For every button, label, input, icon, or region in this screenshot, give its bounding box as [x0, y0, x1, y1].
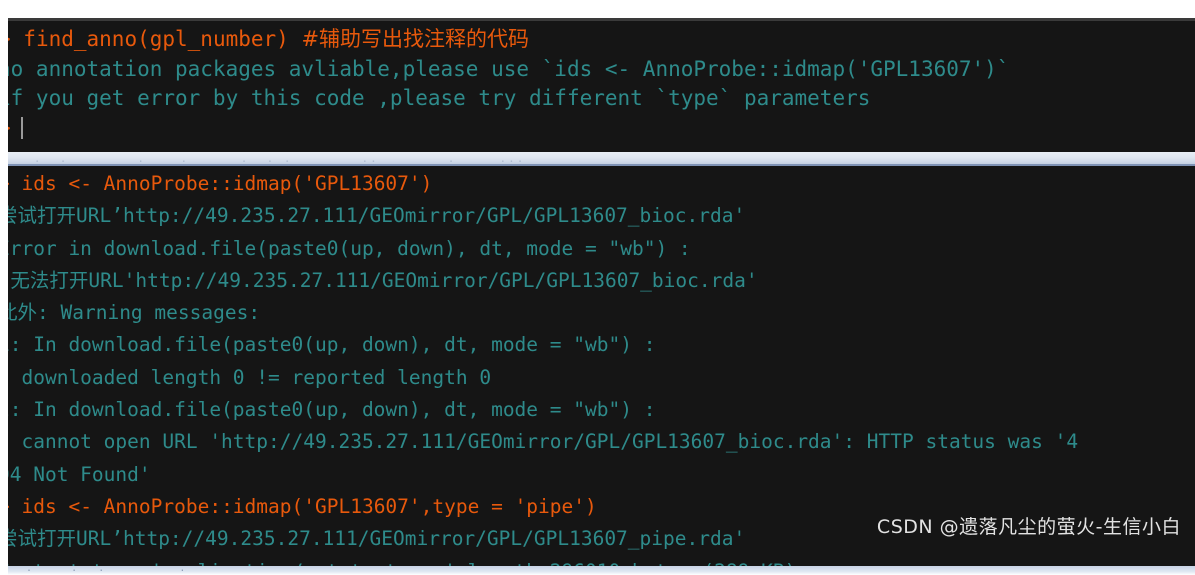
console-text-segment: ids <- AnnoProbe::idmap('GPL13607') — [9, 172, 433, 195]
r-console-bottom[interactable]: > ids <- AnnoProbe::idmap('GPL13607')尝试打… — [8, 166, 1195, 566]
console-text-segment: 04 Not Found' — [8, 462, 151, 486]
console-text-segment: if you get error by this code ,please tr… — [8, 86, 871, 110]
console-bottom-line: 2: In download.file(paste0(up, down), dt… — [8, 394, 1195, 426]
console-top-line: no annotation packages avliable,please u… — [8, 55, 1195, 85]
console-bottom-line: cannot open URL 'http://49.235.27.111/GE… — [8, 426, 1195, 458]
console-text-segment: downloaded length 0 != reported length 0 — [8, 365, 492, 389]
console-text-segment: Error in download.file(paste0(up, down),… — [8, 236, 691, 260]
left-white-gutter — [0, 0, 8, 575]
console-bottom-line: Error in download.file(paste0(up, down),… — [8, 233, 1195, 265]
console-bottom-line: 无法打开URL'http://49.235.27.111/GEOmirror/G… — [8, 265, 1195, 297]
console-bottom-line: 04 Not Found' — [8, 459, 1195, 491]
console-text-segment: #辅助写出找注释的代码 — [301, 27, 530, 51]
console-top-lines: > find_anno(gpl_number) #辅助写出找注释的代码no an… — [8, 25, 1195, 143]
console-text-segment: URL’http://49.235.27.111/GEOmirror/GPL/G… — [76, 527, 746, 551]
console-bottom-line: downloaded length 0 != reported length 0 — [8, 362, 1195, 394]
console-bottom-line: Content type 'application/octet-stream' … — [8, 556, 1195, 566]
console-text-segment: : Warning messages: — [37, 301, 261, 325]
console-text-segment: URL’http://49.235.27.111/GEOmirror/GPL/G… — [76, 204, 746, 228]
console-text-segment: 尝试打开 — [8, 527, 77, 551]
r-console-top[interactable]: > find_anno(gpl_number) #辅助写出找注释的代码no an… — [8, 18, 1195, 152]
console-text-segment: 2: In download.file(paste0(up, down), dt… — [8, 398, 656, 422]
text-cursor-caret — [20, 116, 23, 139]
top-white-gutter — [0, 0, 1195, 18]
console-bottom-line: 1: In download.file(paste0(up, down), dt… — [8, 329, 1195, 361]
console-text-segment: ids <- AnnoProbe::idmap('GPL13607',type … — [9, 494, 597, 518]
console-text-segment: cannot open URL 'http://49.235.27.111/GE… — [8, 430, 1079, 454]
console-bottom-line: 尝试打开URL’http://49.235.27.111/GEOmirror/G… — [8, 200, 1195, 232]
console-text-segment: no annotation packages avliable,please u… — [8, 56, 1010, 81]
console-text-segment: 尝试打开 — [8, 204, 77, 228]
console-text-segment: 无法打开 — [10, 268, 89, 292]
bottom-edge-ghost-text: . . . . — [8, 566, 748, 574]
console-bottom-line: 此外: Warning messages: — [8, 297, 1195, 329]
console-top-line: > — [8, 114, 1195, 144]
console-bottom-lines: > ids <- AnnoProbe::idmap('GPL13607')尝试打… — [8, 168, 1195, 566]
console-text-segment: URL'http://49.235.27.111/GEOmirror/GPL/G… — [88, 268, 758, 292]
console-text-segment: 此外 — [8, 301, 38, 325]
console-top-line: > find_anno(gpl_number) #辅助写出找注释的代码 — [8, 25, 1195, 55]
csdn-watermark: CSDN @遗落凡尘的萤火-生信小白 — [876, 516, 1181, 538]
console-text-segment: 1: In download.file(paste0(up, down), dt… — [8, 333, 656, 357]
screenshot-root: > find_anno(gpl_number) #辅助写出找注释的代码no an… — [0, 0, 1195, 575]
console-text-segment: find_anno(gpl_number) — [10, 27, 302, 51]
bottom-edge-artifact: . . . . — [8, 566, 1195, 575]
console-prompt-symbol: > — [8, 116, 11, 140]
console-top-line: if you get error by this code ,please tr… — [8, 84, 1195, 114]
console-bottom-line: > ids <- AnnoProbe::idmap('GPL13607') — [8, 168, 1195, 200]
